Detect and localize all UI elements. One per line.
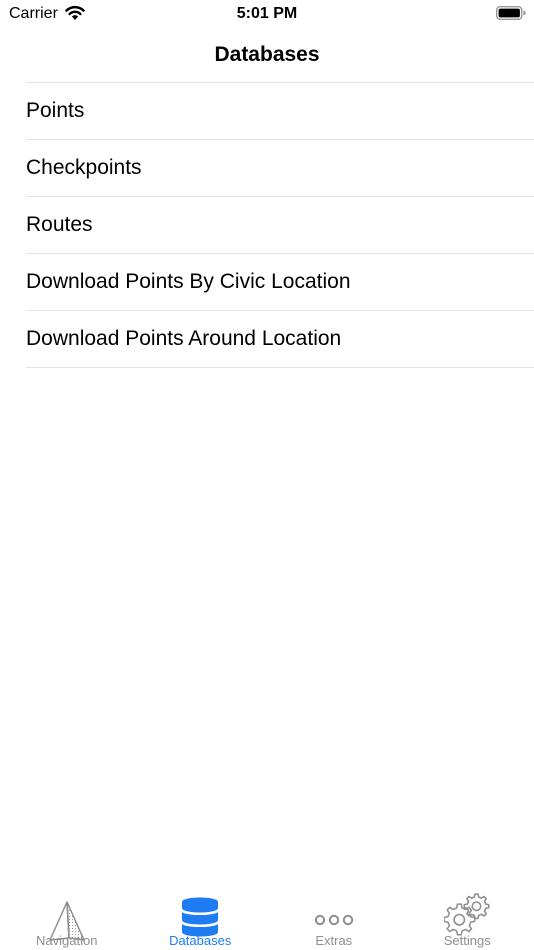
tab-navigation[interactable]: Navigation	[0, 880, 134, 950]
tab-bar: Navigation Databases Extras Settings	[0, 880, 534, 950]
tab-settings[interactable]: Settings	[401, 880, 534, 950]
list-item-routes[interactable]: Routes	[26, 197, 534, 254]
tab-label: Navigation	[36, 933, 98, 948]
tab-databases[interactable]: Databases	[134, 880, 268, 950]
list-item-download-around-location[interactable]: Download Points Around Location	[26, 311, 534, 368]
database-list: Points Checkpoints Routes Download Point…	[26, 82, 534, 368]
status-time: 5:01 PM	[236, 5, 298, 22]
list-item-download-by-civic-location[interactable]: Download Points By Civic Location	[26, 254, 534, 311]
tab-extras[interactable]: Extras	[267, 880, 401, 950]
navigation-bar: Databases	[0, 30, 534, 82]
more-dots-icon	[314, 914, 353, 926]
tab-label: Extras	[315, 933, 353, 948]
page-title: Databases	[214, 43, 320, 66]
list-item-checkpoints[interactable]: Checkpoints	[26, 140, 534, 197]
battery-icon	[496, 6, 526, 20]
status-bar: Carrier 5:01 PM	[0, 0, 534, 28]
gears-icon	[444, 893, 490, 936]
tab-label: Settings	[443, 933, 491, 948]
list-item-points[interactable]: Points	[26, 83, 534, 140]
tab-label: Databases	[169, 933, 232, 948]
